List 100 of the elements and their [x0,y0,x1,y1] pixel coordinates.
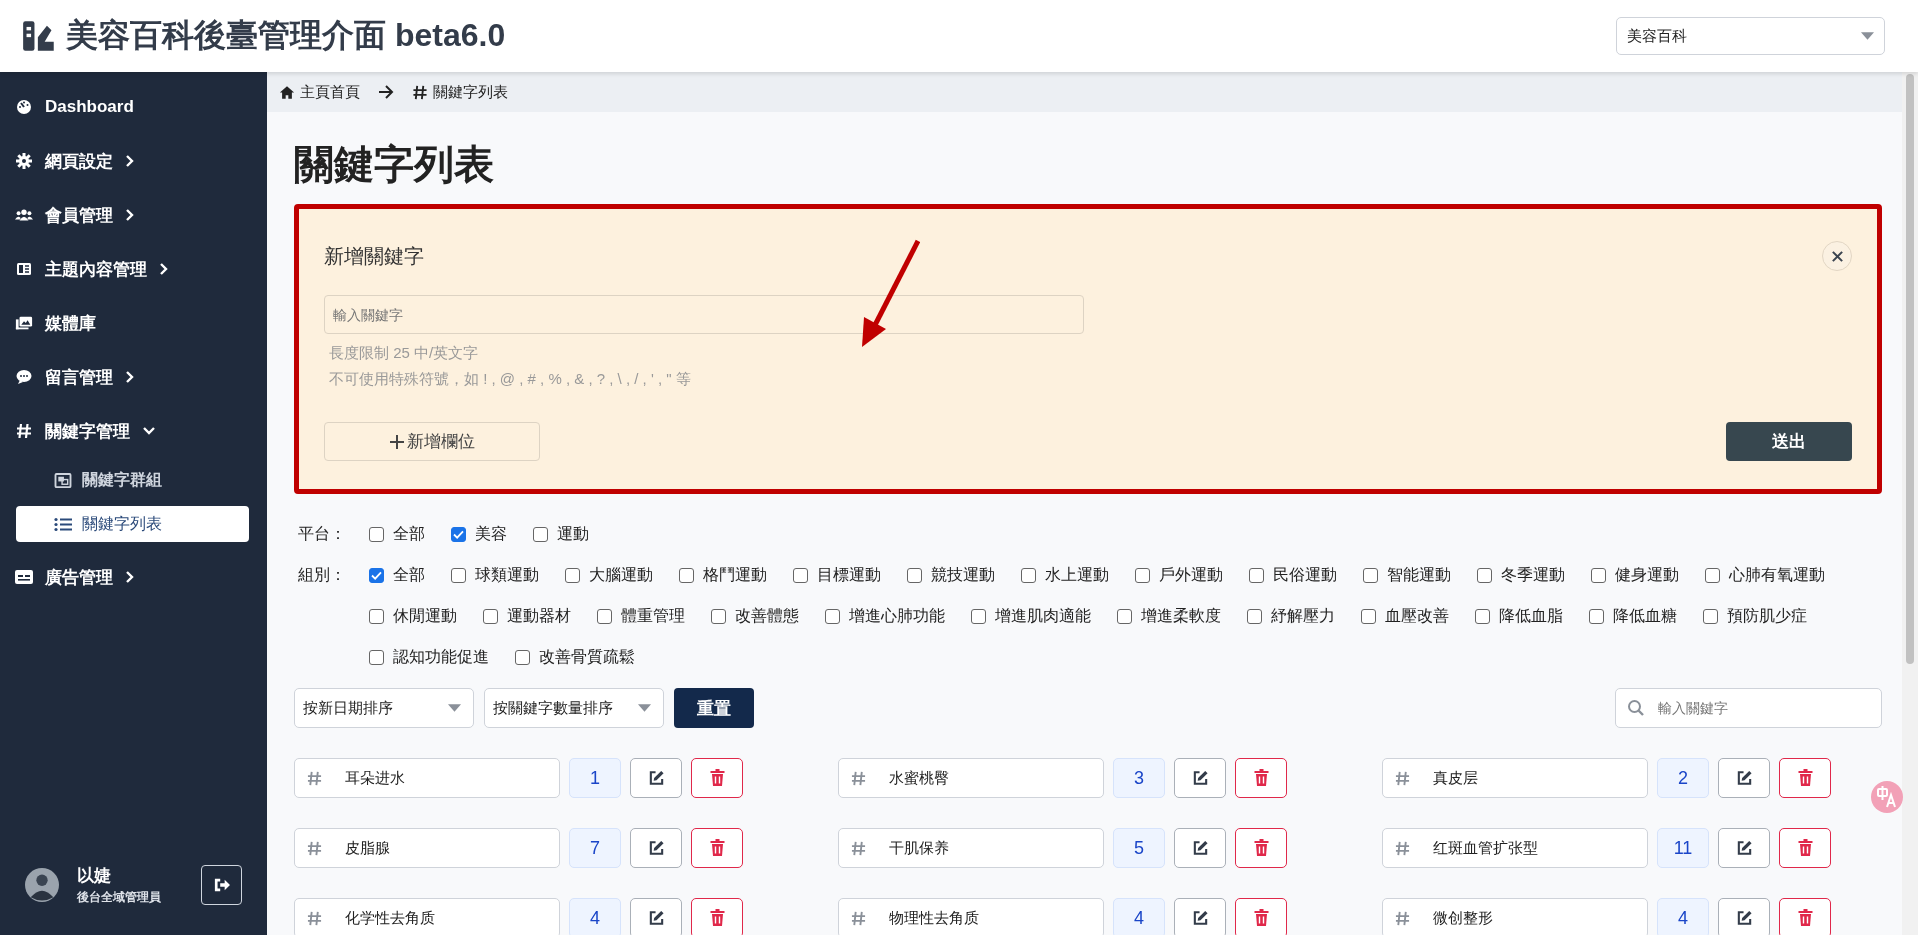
checkbox[interactable] [679,568,694,583]
checkbox-option[interactable]: 心肺有氧運動 [1705,565,1825,586]
edit-button[interactable] [1174,758,1226,798]
checkbox[interactable] [1705,568,1720,583]
checkbox[interactable] [793,568,808,583]
checkbox-option[interactable]: 增進心肺功能 [825,606,945,627]
logout-button[interactable] [201,865,242,905]
checkbox-option[interactable]: 運動 [533,524,589,545]
checkbox-option[interactable]: 血壓改善 [1361,606,1449,627]
checkbox[interactable] [369,650,384,665]
reset-button[interactable]: 重置 [674,688,754,728]
checkbox-option[interactable]: 紓解壓力 [1247,606,1335,627]
sort-select[interactable]: 按新日期排序 [294,688,474,728]
delete-button[interactable] [1235,828,1287,868]
checkbox[interactable] [451,568,466,583]
checkbox-option[interactable]: 民俗運動 [1249,565,1337,586]
sidebar-item[interactable]: 廣告管理 [0,550,267,604]
checkbox-option[interactable]: 球類運動 [451,565,539,586]
sidebar-item[interactable]: 留言管理 [0,350,267,404]
search-field[interactable]: 輸入關鍵字 [1615,688,1882,728]
checkbox-option[interactable]: 休閒運動 [369,606,457,627]
delete-button[interactable] [1779,758,1831,798]
checkbox-option[interactable]: 預防肌少症 [1703,606,1807,627]
edit-button[interactable] [630,898,682,935]
checkbox-option[interactable]: 降低血脂 [1475,606,1563,627]
keyword-field[interactable]: 微创整形 [1382,898,1648,935]
keyword-input[interactable]: 輸入關鍵字 [324,295,1084,334]
sidebar-item[interactable]: 主題內容管理 [0,242,267,296]
checkbox[interactable] [369,568,384,583]
checkbox[interactable] [1021,568,1036,583]
delete-button[interactable] [1779,828,1831,868]
checkbox-option[interactable]: 認知功能促進 [369,647,489,668]
checkbox[interactable] [907,568,922,583]
keyword-field[interactable]: 干肌保养 [838,828,1104,868]
checkbox-option[interactable]: 冬季運動 [1477,565,1565,586]
checkbox[interactable] [971,609,986,624]
close-button[interactable] [1822,241,1852,271]
sidebar-item[interactable]: 媒體庫 [0,296,267,350]
sort-select[interactable]: 按關鍵字數量排序 [484,688,664,728]
checkbox-option[interactable]: 增進柔軟度 [1117,606,1221,627]
checkbox-option[interactable]: 運動器材 [483,606,571,627]
checkbox[interactable] [1477,568,1492,583]
checkbox[interactable] [1135,568,1150,583]
edit-button[interactable] [1718,898,1770,935]
checkbox-option[interactable]: 格鬥運動 [679,565,767,586]
keyword-field[interactable]: 皮脂腺 [294,828,560,868]
keyword-field[interactable]: 物理性去角质 [838,898,1104,935]
checkbox-option[interactable]: 體重管理 [597,606,685,627]
edit-button[interactable] [630,828,682,868]
checkbox[interactable] [1363,568,1378,583]
checkbox-option[interactable]: 降低血糖 [1589,606,1677,627]
delete-button[interactable] [691,828,743,868]
checkbox[interactable] [369,609,384,624]
scroll-thumb[interactable] [1906,74,1914,664]
checkbox[interactable] [1703,609,1718,624]
checkbox[interactable] [1117,609,1132,624]
delete-button[interactable] [1235,898,1287,935]
checkbox-option[interactable]: 大腦運動 [565,565,653,586]
sidebar-subitem[interactable]: 關鍵字列表 [16,506,249,542]
keyword-field[interactable]: 化学性去角质 [294,898,560,935]
checkbox[interactable] [515,650,530,665]
sidebar-item[interactable]: 關鍵字管理 [0,404,267,458]
checkbox[interactable] [1589,609,1604,624]
checkbox-option[interactable]: 增進肌肉適能 [971,606,1091,627]
checkbox[interactable] [825,609,840,624]
delete-button[interactable] [1235,758,1287,798]
keyword-field[interactable]: 红斑血管扩张型 [1382,828,1648,868]
checkbox-option[interactable]: 智能運動 [1363,565,1451,586]
edit-button[interactable] [1174,898,1226,935]
checkbox[interactable] [1475,609,1490,624]
edit-button[interactable] [630,758,682,798]
breadcrumb-link[interactable]: 主頁首頁 [279,82,360,102]
checkbox-option[interactable]: 美容 [451,524,507,545]
delete-button[interactable] [691,758,743,798]
checkbox-option[interactable]: 全部 [369,565,425,586]
checkbox[interactable] [1361,609,1376,624]
keyword-field[interactable]: 耳朵进水 [294,758,560,798]
delete-button[interactable] [691,898,743,935]
checkbox[interactable] [533,527,548,542]
sidebar-subitem[interactable]: 關鍵字群組 [16,462,249,498]
checkbox-option[interactable]: 水上運動 [1021,565,1109,586]
checkbox[interactable] [1249,568,1264,583]
checkbox[interactable] [711,609,726,624]
checkbox-option[interactable]: 改善體態 [711,606,799,627]
site-select[interactable]: 美容百科 [1616,17,1885,55]
checkbox[interactable] [483,609,498,624]
add-field-button[interactable]: 新增欄位 [324,422,540,461]
breadcrumb-link[interactable]: 關鍵字列表 [412,82,508,102]
checkbox-option[interactable]: 改善骨質疏鬆 [515,647,635,668]
checkbox[interactable] [1247,609,1262,624]
keyword-field[interactable]: 水蜜桃臀 [838,758,1104,798]
sidebar-item[interactable]: 會員管理 [0,188,267,242]
edit-button[interactable] [1718,828,1770,868]
edit-button[interactable] [1718,758,1770,798]
checkbox-option[interactable]: 健身運動 [1591,565,1679,586]
checkbox[interactable] [369,527,384,542]
delete-button[interactable] [1779,898,1831,935]
checkbox-option[interactable]: 戶外運動 [1135,565,1223,586]
checkbox-option[interactable]: 全部 [369,524,425,545]
checkbox-option[interactable]: 競技運動 [907,565,995,586]
